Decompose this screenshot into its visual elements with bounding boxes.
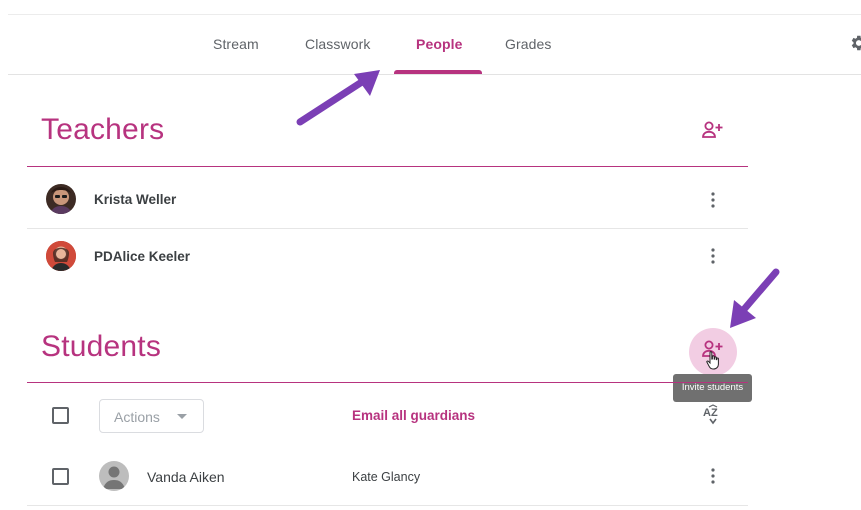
email-all-guardians-link[interactable]: Email all guardians [352, 408, 475, 423]
row-divider [27, 228, 748, 229]
tab-stream[interactable]: Stream [213, 36, 259, 52]
hand-cursor-icon [706, 351, 719, 370]
person-add-icon[interactable] [701, 120, 725, 140]
tab-classwork[interactable]: Classwork [305, 36, 370, 52]
student-name: Vanda Aiken [147, 469, 225, 485]
avatar [46, 241, 76, 271]
student-checkbox[interactable] [52, 468, 69, 485]
select-all-checkbox[interactable] [52, 407, 69, 424]
students-title: Students [41, 330, 162, 363]
more-options-icon[interactable] [705, 246, 721, 266]
more-options-icon[interactable] [705, 466, 721, 486]
svg-text:AZ: AZ [703, 407, 718, 419]
nav-divider [8, 74, 861, 75]
avatar [46, 184, 76, 214]
invite-students-tooltip: Invite students [673, 374, 752, 402]
sort-az-icon[interactable]: AZ [702, 404, 724, 426]
tab-grades[interactable]: Grades [505, 36, 552, 52]
actions-dropdown[interactable]: Actions [99, 399, 204, 433]
gear-icon[interactable] [848, 33, 861, 53]
teachers-divider [27, 166, 748, 167]
more-options-icon[interactable] [705, 190, 721, 210]
students-divider [27, 382, 748, 383]
teacher-name: Krista Weller [94, 192, 177, 207]
teachers-title: Teachers [41, 113, 165, 146]
tab-people[interactable]: People [416, 36, 463, 52]
row-divider [27, 505, 748, 506]
actions-label: Actions [114, 409, 160, 425]
avatar [99, 461, 129, 491]
teacher-name: PDAlice Keeler [94, 249, 191, 264]
top-divider [8, 14, 861, 15]
guardian-name: Kate Glancy [352, 470, 421, 484]
annotation-arrow-icon [730, 268, 780, 328]
caret-down-icon [177, 414, 187, 419]
